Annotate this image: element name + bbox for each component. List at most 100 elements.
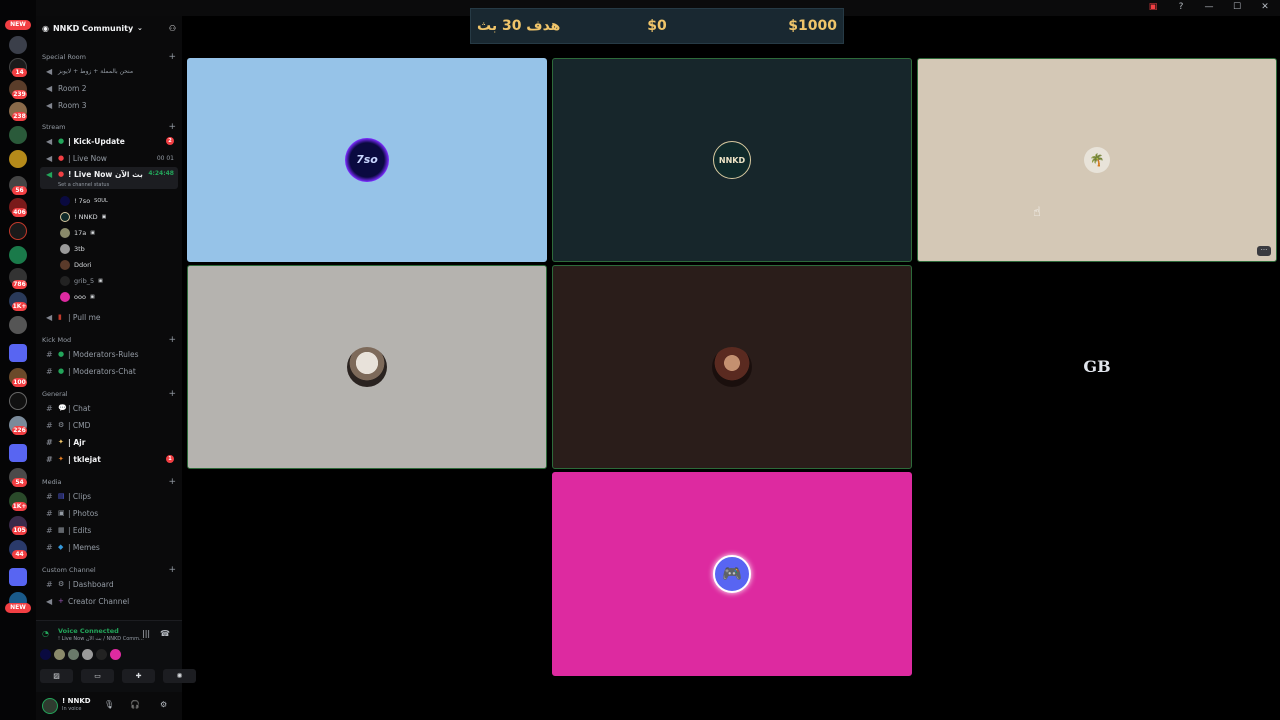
server-icon[interactable] xyxy=(9,126,27,144)
guild-header[interactable]: ◉ NNKD Community ⌄ ⚇ xyxy=(36,16,182,40)
voice-actions: ▨ ▭ ✚ ✺ xyxy=(40,669,196,683)
category-kickmod[interactable]: Kick Mod + xyxy=(42,334,176,346)
headphones-icon[interactable]: 🎧 xyxy=(130,700,140,709)
add-channel-icon[interactable]: + xyxy=(168,477,176,487)
avatar[interactable] xyxy=(68,649,79,660)
channel-special-room[interactable]: ◀ منحن بالمملة + زوط + لايوبز xyxy=(40,63,178,79)
voice-user[interactable]: ! NNKD ▣ xyxy=(60,210,106,224)
avatar[interactable] xyxy=(82,649,93,660)
avatar[interactable] xyxy=(96,649,107,660)
channel-dashboard[interactable]: # ⚙ | Dashboard xyxy=(40,576,178,592)
add-channel-icon[interactable]: + xyxy=(168,389,176,399)
voice-user[interactable]: grib_5 ▣ xyxy=(60,274,103,288)
hashtag-icon: # xyxy=(46,525,53,535)
channel-pull-me[interactable]: ◀ ▮ | Pull me xyxy=(40,309,178,325)
channel-label: | Dashboard xyxy=(68,579,114,589)
maximize-icon[interactable]: ☐ xyxy=(1230,2,1244,12)
voice-connected-channel[interactable]: ! Live Now بث الآن / NNKD Comm... xyxy=(58,636,144,642)
server-badge: 406 xyxy=(12,208,27,217)
hashtag-icon: # xyxy=(46,420,53,430)
more-options-icon[interactable]: ··· xyxy=(1257,246,1271,256)
voice-user[interactable]: 17a ▣ xyxy=(60,226,95,240)
channel-ajr[interactable]: # ✦ | Ajr xyxy=(40,434,178,450)
voice-user[interactable]: ooo ▣ xyxy=(60,290,95,304)
microphone-icon[interactable]: 🎙 xyxy=(104,700,114,709)
speaker-icon: ◀ xyxy=(46,170,53,179)
server-icon[interactable] xyxy=(9,150,27,168)
channel-label: | Clips xyxy=(68,491,91,501)
category-media[interactable]: Media + xyxy=(42,476,176,488)
channel-live-now[interactable]: ◀ ● | Live Now 00 01 xyxy=(40,150,178,166)
folder-icon[interactable] xyxy=(9,444,27,462)
hashtag-icon: # xyxy=(46,349,53,359)
channel-cmd[interactable]: # ⚙ | CMD xyxy=(40,417,178,433)
server-icon[interactable] xyxy=(9,222,27,240)
user-name[interactable]: ! NNKD xyxy=(62,697,91,705)
screen-share-icon[interactable]: ▭ xyxy=(81,669,114,683)
server-icon[interactable] xyxy=(9,246,27,264)
soundboard-icon[interactable]: ✺ xyxy=(163,669,196,683)
add-channel-icon[interactable]: + xyxy=(168,565,176,575)
close-icon[interactable]: ✕ xyxy=(1258,2,1272,12)
server-icon[interactable] xyxy=(9,392,27,410)
voice-user[interactable]: ! 7so SOUL xyxy=(60,194,108,208)
category-custom[interactable]: Custom Channel + xyxy=(42,564,176,576)
folder-icon[interactable] xyxy=(9,568,27,586)
avatar[interactable] xyxy=(110,649,121,660)
hashtag-icon: # xyxy=(46,542,53,552)
avatar: NNKD xyxy=(713,141,751,179)
mention-badge: 2 xyxy=(166,137,174,145)
gear-icon[interactable]: ⚙ xyxy=(160,700,167,709)
participant-tile-nnkd[interactable]: NNKD xyxy=(552,58,912,262)
channel-status[interactable]: Set a channel status xyxy=(58,182,109,188)
camera-off-icon[interactable]: ▨ xyxy=(40,669,73,683)
server-badge: 1K+ xyxy=(12,502,27,511)
participant-tile-7so[interactable]: 7so xyxy=(187,58,547,262)
folder-icon[interactable] xyxy=(9,344,27,362)
signal-icon[interactable]: ◔ xyxy=(42,629,49,638)
participant-tile-ddori[interactable] xyxy=(552,265,912,469)
disconnect-icon[interactable]: ☎ xyxy=(160,629,170,638)
inbox-icon[interactable]: ▣ xyxy=(1146,2,1160,12)
help-icon[interactable]: ? xyxy=(1174,2,1188,12)
add-channel-icon[interactable]: + xyxy=(168,122,176,132)
voice-user[interactable]: 3tb xyxy=(60,242,85,256)
invite-icon[interactable]: ⚇ xyxy=(169,24,176,33)
activities-icon[interactable]: ✚ xyxy=(122,669,155,683)
channel-chat[interactable]: # 💬 | Chat xyxy=(40,400,178,416)
channel-edits[interactable]: # ▦ | Edits xyxy=(40,522,178,538)
channel-moderators-chat[interactable]: # ● | Moderators-Chat xyxy=(40,363,178,379)
participant-tile-3tb[interactable] xyxy=(187,265,547,469)
participant-tile-ooo[interactable]: 🎮 xyxy=(552,472,912,676)
category-label: Special Room xyxy=(42,53,86,61)
add-channel-icon[interactable]: + xyxy=(168,335,176,345)
avatar[interactable] xyxy=(54,649,65,660)
avatar xyxy=(60,292,70,302)
noise-suppression-icon[interactable]: ||| xyxy=(142,629,150,638)
live-dot-icon: ● xyxy=(58,154,65,162)
channel-room-3[interactable]: ◀ Room 3 xyxy=(40,97,178,113)
channel-kick-update[interactable]: ◀ ● | Kick-Update 2 xyxy=(40,133,178,149)
channel-moderators-rules[interactable]: # ● | Moderators-Rules xyxy=(40,346,178,362)
category-stream[interactable]: Stream + xyxy=(42,121,176,133)
speaker-icon: ◀ xyxy=(46,100,53,110)
channel-tklejat[interactable]: # ✦ | tklejat 1 xyxy=(40,451,178,467)
channel-room-2[interactable]: ◀ Room 2 xyxy=(40,80,178,96)
channel-clips[interactable]: # ▤ | Clips xyxy=(40,488,178,504)
channel-photos[interactable]: # ▣ | Photos xyxy=(40,505,178,521)
camera-icon: ▣ xyxy=(89,294,95,300)
server-icon[interactable] xyxy=(9,36,27,54)
participant-tile-grib[interactable]: GB xyxy=(917,265,1277,469)
category-special[interactable]: Special Room + xyxy=(42,51,176,63)
voice-user[interactable]: Ddori xyxy=(60,258,92,272)
avatar[interactable] xyxy=(42,698,58,714)
avatar[interactable] xyxy=(40,649,51,660)
participant-tile-17a[interactable]: 🌴 ··· xyxy=(917,58,1277,262)
channel-memes[interactable]: # ◆ | Memes xyxy=(40,539,178,555)
category-general[interactable]: General + xyxy=(42,388,176,400)
minimize-icon[interactable]: — xyxy=(1202,2,1216,12)
channel-creator[interactable]: ◀ + Creator Channel xyxy=(40,593,178,609)
camera-icon: ▣ xyxy=(58,509,65,517)
server-icon[interactable] xyxy=(9,316,27,334)
add-channel-icon[interactable]: + xyxy=(168,52,176,62)
